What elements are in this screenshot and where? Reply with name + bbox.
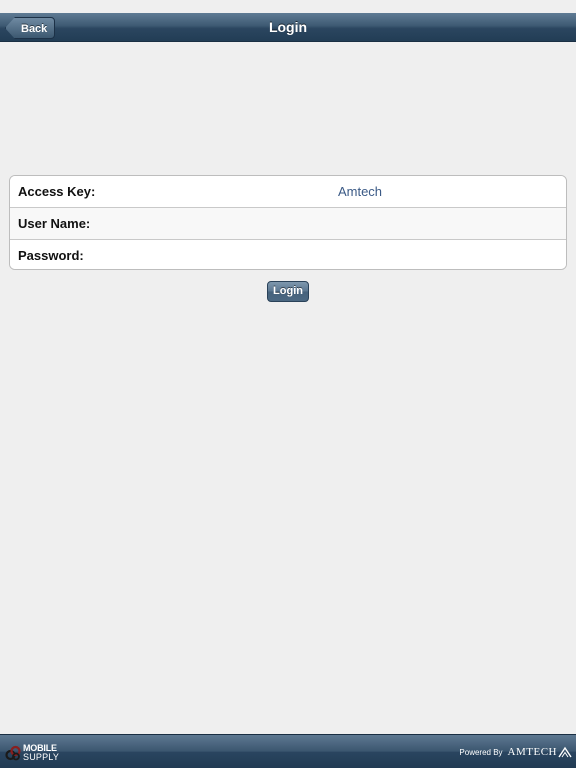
access-key-input[interactable] — [170, 179, 550, 203]
user-name-row: User Name: — [10, 208, 566, 240]
password-input[interactable] — [170, 243, 550, 267]
access-key-label: Access Key: — [18, 184, 96, 199]
navigation-bar: Back Login — [0, 13, 576, 42]
footer-bar: MOBILE SUPPLY Powered By AMTECH — [0, 734, 576, 768]
password-label: Password: — [18, 248, 84, 263]
user-name-label: User Name: — [18, 216, 91, 231]
gear-icon — [5, 745, 21, 761]
mobile-supply-logo: MOBILE SUPPLY — [5, 743, 59, 763]
login-button[interactable]: Login — [267, 281, 309, 302]
amtech-brand: AMTECH — [507, 746, 557, 758]
access-key-row: Access Key: — [10, 176, 566, 208]
login-form: Access Key: User Name: Password: — [9, 175, 567, 270]
amtech-logo-mark-icon — [558, 746, 572, 758]
powered-by: Powered By AMTECH — [459, 745, 572, 759]
mobile-logo-line2: SUPPLY — [23, 752, 60, 762]
password-row: Password: — [10, 240, 566, 269]
status-strip — [0, 0, 576, 13]
page-title: Login — [268, 19, 308, 35]
powered-by-label: Powered By — [459, 747, 503, 757]
user-name-input[interactable] — [170, 211, 550, 235]
